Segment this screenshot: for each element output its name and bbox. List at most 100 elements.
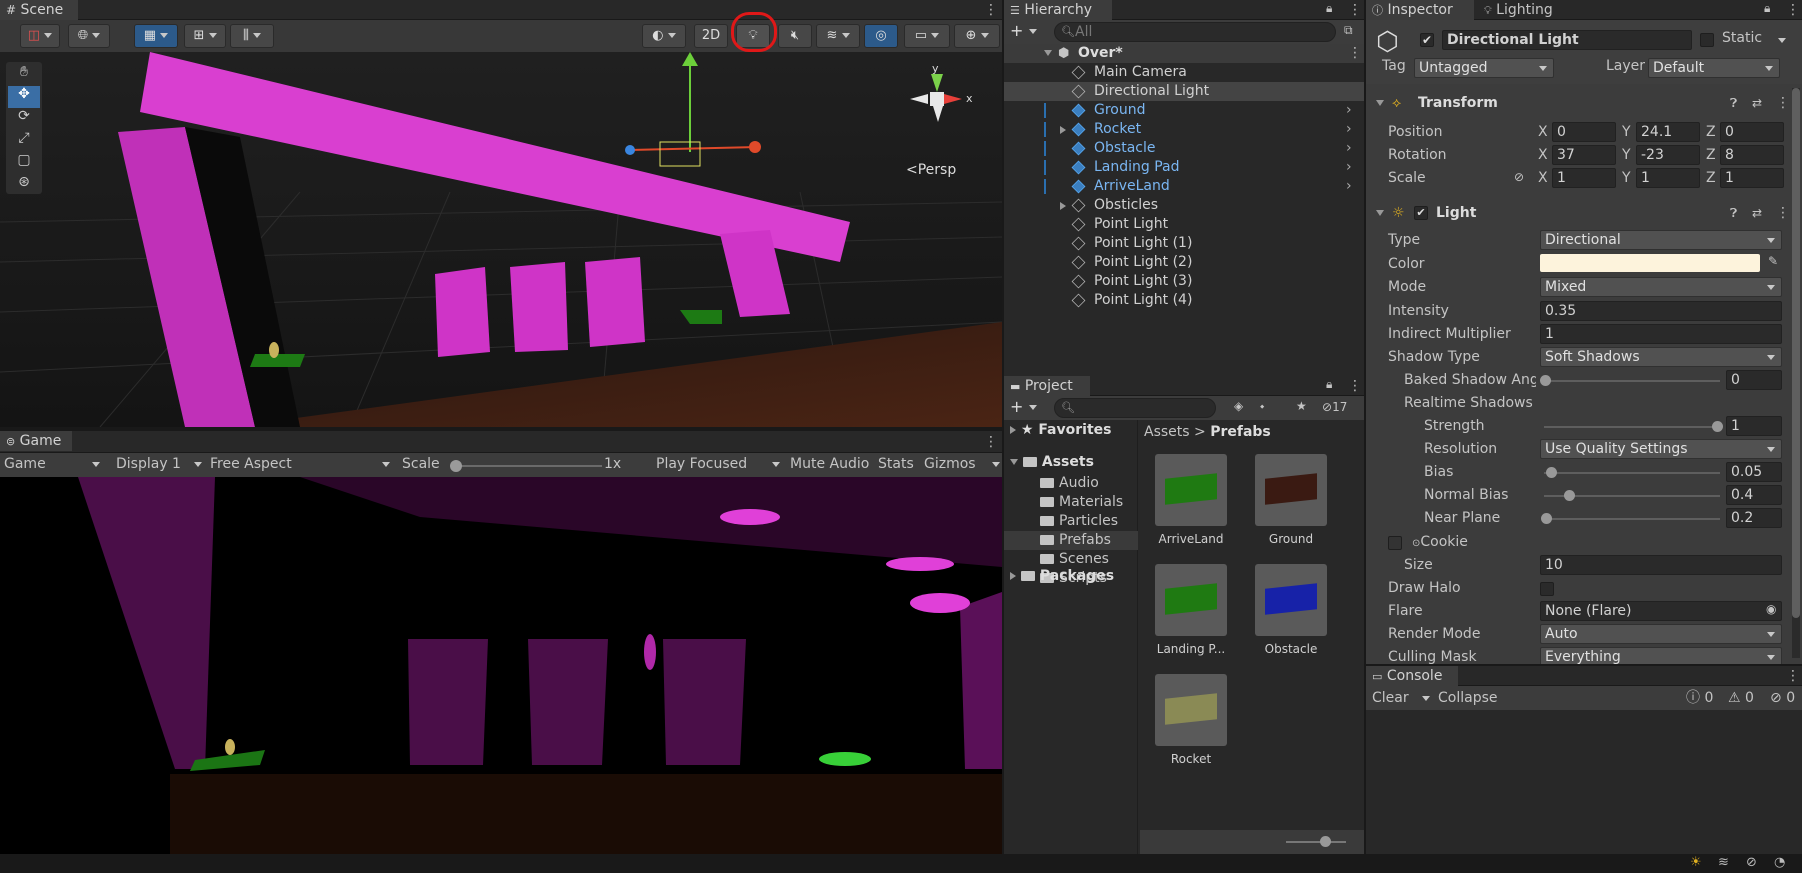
hierarchy-item[interactable]: Ground › [1004,101,1364,120]
inspector-lock-icon[interactable]: 🔒︎ [1764,1,1770,16]
open-prefab-chevron-icon[interactable]: › [1346,139,1352,158]
icon-size-slider[interactable] [1286,836,1346,847]
color-swatch[interactable] [1540,254,1760,272]
hierarchy-item[interactable]: Point Light (3) [1004,272,1364,291]
scale-x-field[interactable]: 1 [1552,168,1616,188]
lock-icon[interactable]: 🔒︎ [1326,1,1332,16]
inspector-menu-icon[interactable]: ⋮ [1786,3,1800,17]
error-toggle[interactable]: ⊘ 0 [1770,686,1795,710]
scene-row-menu-icon[interactable]: ⋮ [1348,46,1362,60]
render-mode-dropdown[interactable]: Auto [1540,624,1782,644]
normal-bias-field[interactable]: 0.4 [1726,485,1782,505]
indirect-multiplier-field[interactable]: 1 [1540,324,1782,344]
eyedropper-icon[interactable]: ✎ [1768,254,1778,268]
hierarchy-menu-icon[interactable]: ⋮ [1348,3,1362,17]
search-by-type-icon[interactable]: ◈ [1234,399,1243,413]
help-icon[interactable]: ❓︎ [1730,92,1737,114]
bias-field[interactable]: 0.05 [1726,462,1782,482]
hierarchy-item[interactable]: Main Camera [1004,63,1364,82]
rotation-x-field[interactable]: 37 [1552,145,1616,165]
hierarchy-item[interactable]: Obsticles [1004,196,1364,215]
rotation-y-field[interactable]: -23 [1636,145,1700,165]
display-dropdown[interactable]: Display 1 [116,456,202,472]
shading-mode-button[interactable]: ◐ [642,24,686,48]
constrain-proportions-icon[interactable]: ⊘ [1514,170,1524,184]
intensity-field[interactable]: 0.35 [1540,301,1782,321]
scale-y-field[interactable]: 1 [1636,168,1700,188]
increment-snap-button[interactable]: ⊞ [184,24,226,48]
light-header[interactable]: ☼ ✔ Light ❓︎ ⇄ ⋮ [1366,202,1802,224]
console-menu-icon[interactable]: ⋮ [1786,669,1800,683]
asset-tile[interactable]: Landing P... [1146,564,1236,656]
baked-shadow-angle-field[interactable]: 0 [1726,370,1782,390]
normal-bias-slider[interactable] [1544,490,1720,501]
breadcrumb-assets[interactable]: Assets [1144,424,1190,440]
resolution-dropdown[interactable]: Use Quality Settings [1540,439,1782,459]
favorites-item[interactable]: ★ Favorites [1010,422,1111,438]
tag-dropdown[interactable]: Untagged [1414,58,1554,78]
scene-menu-icon[interactable]: ⋮ [984,3,998,17]
tab-project[interactable]: ▬ Project [1004,376,1090,396]
project-folder-item[interactable]: Prefabs [1004,531,1138,550]
layers-status-icon[interactable]: ≋ [1718,855,1729,870]
clear-button[interactable]: Clear [1372,686,1409,710]
add-button[interactable]: + [1010,21,1037,40]
play-mode-dropdown[interactable]: Play Focused [656,456,780,472]
scene-picking-icon[interactable]: ⧉ [1344,23,1353,38]
rotation-z-field[interactable]: 8 [1720,145,1784,165]
search-by-label-icon[interactable]: ⬩ [1260,399,1264,414]
move-tool-button[interactable]: ✥ [8,86,40,108]
hierarchy-item[interactable]: Point Light (4) [1004,291,1364,310]
transform-header[interactable]: ⟡ Transform ❓︎ ⇄ ⋮ [1366,92,1802,114]
tab-lighting[interactable]: 💡︎ Lighting [1484,0,1553,21]
asset-tile[interactable]: Rocket [1146,674,1236,766]
light-preset-icon[interactable]: ⇄ [1752,202,1762,224]
position-y-field[interactable]: 24.1 [1636,122,1700,142]
debug-status-icon[interactable]: ⊘ [1746,855,1757,870]
assets-item[interactable]: Assets [1010,454,1094,470]
project-folder-item[interactable]: Audio [1004,474,1138,493]
gizmos-button[interactable]: ⊕ [954,24,1000,48]
static-dropdown-arrow[interactable] [1778,38,1786,43]
align-button[interactable]: ⫼ [230,24,274,48]
open-prefab-chevron-icon[interactable]: › [1346,158,1352,177]
global-view-button[interactable]: 🌐︎ [68,24,110,48]
project-folder-item[interactable]: Scenes [1004,550,1138,569]
scale-z-field[interactable]: 1 [1720,168,1784,188]
scale-slider[interactable] [450,460,602,472]
tab-scene[interactable]: # Scene [0,0,78,20]
layer-dropdown[interactable]: Default [1648,58,1780,78]
packages-item[interactable]: Packages [1010,568,1114,584]
inspector-scrollbar[interactable] [1792,88,1800,658]
draw-halo-checkbox[interactable] [1540,582,1554,596]
size-field[interactable]: 10 [1540,555,1782,575]
asset-tile[interactable]: Obstacle [1246,564,1336,656]
project-add-button[interactable]: + [1010,397,1037,416]
aspect-dropdown[interactable]: Free Aspect [210,456,390,472]
open-prefab-chevron-icon[interactable]: › [1346,177,1352,196]
culling-mask-dropdown[interactable]: Everything [1540,647,1782,664]
favorite-star-icon[interactable]: ★ [1296,399,1307,413]
project-folder-item[interactable]: Particles [1004,512,1138,531]
toggle-2d-button[interactable]: 2D [694,24,728,48]
hierarchy-item[interactable]: Point Light [1004,215,1364,234]
tab-inspector[interactable]: ⓘ Inspector [1366,0,1474,20]
transform-tool-button[interactable]: ⊛ [8,174,40,196]
static-checkbox[interactable] [1700,33,1714,47]
baked-shadow-angle-slider[interactable] [1540,375,1720,386]
active-checkbox[interactable]: ✔ [1420,33,1434,47]
hidden-packages-icon[interactable]: ⊘17 [1322,400,1347,414]
collapse-button[interactable]: Collapse [1438,686,1498,710]
open-prefab-chevron-icon[interactable]: › [1346,120,1352,139]
stats-button[interactable]: Stats [878,456,914,472]
breadcrumb-prefabs[interactable]: Prefabs [1210,424,1271,440]
tab-hierarchy[interactable]: ☰ Hierarchy [1004,0,1112,20]
hierarchy-item[interactable]: Directional Light [1004,82,1364,101]
near-plane-slider[interactable] [1541,513,1720,524]
hierarchy-search-input[interactable]: 🔍︎ All [1054,22,1336,42]
tab-game[interactable]: ⊜ Game [0,431,72,451]
draw-mode-button[interactable]: ◫ [20,24,60,48]
light-help-icon[interactable]: ❓︎ [1730,202,1737,224]
mode-dropdown[interactable]: Mixed [1540,277,1782,297]
project-menu-icon[interactable]: ⋮ [1348,379,1362,393]
